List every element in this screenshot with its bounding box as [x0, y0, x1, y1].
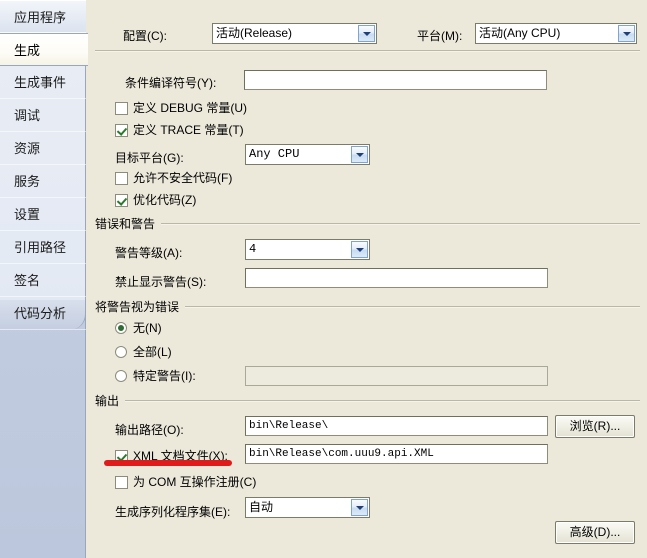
- output-path-label: 输出路径(O):: [115, 423, 184, 437]
- sidebar-item-code-analysis[interactable]: 代码分析: [0, 297, 86, 330]
- browse-button[interactable]: 浏览(R)...: [555, 415, 635, 438]
- conditional-symbols-label: 条件编译符号(Y):: [125, 76, 217, 90]
- radio-icon[interactable]: [115, 346, 127, 358]
- warning-level-value: 4: [249, 242, 257, 256]
- treat-warnings-group-header: 将警告视为错误: [95, 298, 640, 315]
- group-divider: [125, 400, 640, 401]
- sidebar-item-label: 服务: [14, 174, 41, 189]
- serialization-assembly-value: 自动: [249, 500, 274, 514]
- sidebar-item-settings[interactable]: 设置: [0, 198, 86, 231]
- sidebar-lower-background: [0, 300, 86, 558]
- treat-none-radio-row[interactable]: 无(N): [115, 320, 162, 336]
- output-group-label: 输出: [95, 394, 120, 408]
- red-annotation-underline: [104, 460, 232, 466]
- optimize-code-label: 优化代码(Z): [133, 193, 197, 207]
- treat-none-label: 无(N): [133, 321, 162, 335]
- group-divider: [161, 223, 640, 224]
- suppress-warnings-input[interactable]: [245, 268, 548, 288]
- allow-unsafe-checkbox-row[interactable]: 允许不安全代码(F): [115, 170, 232, 186]
- chevron-down-icon[interactable]: [351, 146, 368, 163]
- errors-warnings-group-label: 错误和警告: [95, 217, 156, 231]
- errors-warnings-group-header: 错误和警告: [95, 215, 640, 232]
- sidebar-item-reference-paths[interactable]: 引用路径: [0, 231, 86, 264]
- sidebar-item-services[interactable]: 服务: [0, 165, 86, 198]
- treat-all-label: 全部(L): [133, 345, 172, 359]
- define-debug-checkbox-row[interactable]: 定义 DEBUG 常量(U): [115, 100, 247, 116]
- checkbox-checked-icon[interactable]: [115, 123, 128, 137]
- target-platform-label: 目标平台(G):: [115, 151, 184, 165]
- checkbox-icon[interactable]: [115, 101, 128, 115]
- sidebar-item-label: 引用路径: [14, 240, 67, 255]
- advanced-button[interactable]: 高级(D)...: [555, 521, 635, 544]
- chevron-down-icon[interactable]: [351, 499, 368, 516]
- optimize-code-checkbox-row[interactable]: 优化代码(Z): [115, 192, 196, 208]
- sidebar-item-signing[interactable]: 签名: [0, 264, 86, 297]
- sidebar-item-resources[interactable]: 资源: [0, 132, 86, 165]
- chevron-down-icon[interactable]: [351, 241, 368, 258]
- sidebar-item-label: 资源: [14, 141, 41, 156]
- group-divider: [185, 306, 640, 307]
- sidebar-item-label: 签名: [14, 273, 41, 288]
- platform-combobox[interactable]: 活动(Any CPU): [475, 23, 637, 44]
- serialization-assembly-combobox[interactable]: 自动: [245, 497, 370, 518]
- sidebar-item-label: 代码分析: [14, 306, 67, 321]
- suppress-warnings-label: 禁止显示警告(S):: [115, 275, 207, 289]
- checkbox-icon[interactable]: [115, 171, 128, 185]
- output-path-input[interactable]: bin\Release\: [245, 416, 548, 436]
- sidebar-item-label: 生成事件: [14, 75, 67, 90]
- configuration-combobox[interactable]: 活动(Release): [212, 23, 377, 44]
- sidebar: 应用程序 生成 生成事件 调试 资源 服务 设置 引用路径 签名 代码分析: [0, 0, 88, 558]
- target-platform-combobox[interactable]: Any CPU: [245, 144, 370, 165]
- checkbox-icon[interactable]: [115, 475, 128, 489]
- treat-all-radio-row[interactable]: 全部(L): [115, 344, 172, 360]
- conditional-symbols-input[interactable]: [244, 70, 547, 90]
- sidebar-item-list: 应用程序 生成 生成事件 调试 资源 服务 设置 引用路径 签名 代码分析: [0, 0, 88, 330]
- chevron-down-icon[interactable]: [358, 25, 375, 42]
- serialization-assembly-label: 生成序列化程序集(E):: [115, 505, 231, 519]
- platform-value: 活动(Any CPU): [479, 26, 561, 40]
- sidebar-item-build[interactable]: 生成: [0, 33, 88, 66]
- chevron-down-icon[interactable]: [618, 25, 635, 42]
- sidebar-item-label: 设置: [14, 207, 41, 222]
- treat-specific-label: 特定警告(I):: [133, 369, 196, 383]
- treat-warnings-group-label: 将警告视为错误: [95, 300, 180, 314]
- sidebar-item-label: 生成: [14, 43, 41, 58]
- treat-specific-radio-row[interactable]: 特定警告(I):: [115, 368, 196, 384]
- warning-level-label: 警告等级(A):: [115, 246, 183, 260]
- sidebar-item-build-events[interactable]: 生成事件: [0, 66, 86, 99]
- configuration-label: 配置(C):: [123, 29, 167, 43]
- top-divider: [95, 50, 640, 51]
- output-group-header: 输出: [95, 392, 640, 409]
- define-debug-label: 定义 DEBUG 常量(U): [133, 101, 248, 115]
- radio-selected-icon[interactable]: [115, 322, 127, 334]
- sidebar-item-debug[interactable]: 调试: [0, 99, 86, 132]
- main-panel: 配置(C): 活动(Release) 平台(M): 活动(Any CPU) 条件…: [87, 0, 647, 558]
- configuration-value: 活动(Release): [216, 26, 293, 40]
- sidebar-item-label: 应用程序: [14, 10, 67, 25]
- target-platform-value: Any CPU: [249, 147, 300, 161]
- com-interop-checkbox-row[interactable]: 为 COM 互操作注册(C): [115, 474, 256, 490]
- project-properties-build-page: 应用程序 生成 生成事件 调试 资源 服务 设置 引用路径 签名 代码分析 配置…: [0, 0, 647, 558]
- define-trace-label: 定义 TRACE 常量(T): [133, 123, 244, 137]
- sidebar-item-application[interactable]: 应用程序: [0, 0, 86, 33]
- com-interop-label: 为 COM 互操作注册(C): [133, 475, 257, 489]
- radio-icon[interactable]: [115, 370, 127, 382]
- xml-doc-file-input[interactable]: bin\Release\com.uuu9.api.XML: [245, 444, 548, 464]
- checkbox-checked-icon[interactable]: [115, 193, 128, 207]
- allow-unsafe-label: 允许不安全代码(F): [133, 171, 233, 185]
- sidebar-item-label: 调试: [14, 108, 41, 123]
- treat-specific-input[interactable]: [245, 366, 548, 386]
- warning-level-combobox[interactable]: 4: [245, 239, 370, 260]
- platform-label: 平台(M):: [417, 29, 463, 43]
- define-trace-checkbox-row[interactable]: 定义 TRACE 常量(T): [115, 122, 244, 138]
